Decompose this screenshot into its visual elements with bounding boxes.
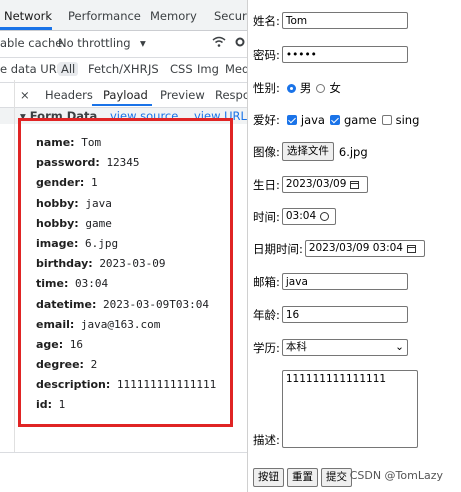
description-row: 描述: 111111111111111 <box>253 370 418 448</box>
password-input[interactable]: ••••• <box>281 46 408 63</box>
degree-value: 本科 <box>285 341 307 353</box>
plain-button[interactable]: 按钮 <box>253 468 284 487</box>
watermark: CSDN @TomLazy <box>349 469 443 482</box>
degree-select[interactable]: 本科 ⌄ <box>281 339 408 356</box>
request-type-filter-bar: e data URLs All Fetch/XHR JS CSS Img Med <box>0 58 250 83</box>
email-row: 邮箱: java <box>253 273 408 290</box>
close-detail-icon[interactable]: × <box>20 88 30 102</box>
degree-row: 学历: 本科 ⌄ <box>253 339 408 356</box>
age-label: 年龄: <box>253 307 280 322</box>
clock-icon[interactable] <box>320 212 330 221</box>
birthday-input[interactable]: 2023/03/09 <box>281 176 368 193</box>
filter-js[interactable]: JS <box>148 62 159 76</box>
birthday-row: 生日: 2023/03/09 <box>253 176 368 193</box>
tab-network[interactable]: Network <box>4 9 52 23</box>
time-input[interactable]: 03:04 <box>281 208 336 225</box>
filter-css[interactable]: CSS <box>170 62 193 76</box>
tab-security[interactable]: Securi <box>214 9 250 23</box>
hobby-java-label: java <box>300 113 325 127</box>
password-label: 密码: <box>253 47 280 62</box>
image-label: 图像: <box>253 144 280 159</box>
time-label: 时间: <box>253 209 280 224</box>
age-input[interactable]: 16 <box>281 306 408 323</box>
tab-memory[interactable]: Memory <box>150 9 197 23</box>
filter-fetch-xhr[interactable]: Fetch/XHR <box>88 62 148 76</box>
tab-performance[interactable]: Performance <box>68 9 141 23</box>
wifi-icon[interactable] <box>212 36 226 51</box>
network-toolbar: able cache No throttling ▾ <box>0 31 250 58</box>
devtools-tab-bar: Network Performance Memory Securi <box>0 0 250 31</box>
settings-gear-icon[interactable] <box>234 36 246 51</box>
time-row: 时间: 03:04 <box>253 208 336 225</box>
tab-payload[interactable]: Payload <box>103 88 148 102</box>
time-value: 03:04 <box>285 210 317 222</box>
form-page: 姓名: Tom 密码: ••••• 性别: 男 女 爱好: java game … <box>247 0 461 492</box>
datetime-input[interactable]: 2023/03/09 03:04 <box>304 240 425 257</box>
gender-female-radio[interactable] <box>316 83 326 93</box>
submit-button[interactable]: 提交 <box>321 468 352 487</box>
datetime-label: 日期时间: <box>253 241 303 256</box>
datetime-value: 2023/03/09 03:04 <box>308 242 403 254</box>
hobby-row: 爱好: java game sing <box>253 112 419 128</box>
panel-divider <box>14 80 15 492</box>
email-label: 邮箱: <box>253 274 280 289</box>
gender-female-label: 女 <box>329 81 341 95</box>
description-value: 111111111111111 <box>285 373 387 385</box>
email-input[interactable]: java <box>281 273 408 290</box>
gender-male-label: 男 <box>299 81 312 95</box>
age-row: 年龄: 16 <box>253 306 408 323</box>
image-row: 图像: 选择文件 6.jpg <box>253 142 368 161</box>
hobby-label: 爱好: <box>253 113 280 127</box>
filter-media[interactable]: Med <box>225 62 249 76</box>
filter-img[interactable]: Img <box>197 62 219 76</box>
active-subtab-indicator <box>92 104 152 106</box>
throttling-chevron-down-icon[interactable]: ▾ <box>140 36 146 50</box>
name-row: 姓名: Tom <box>253 12 408 29</box>
gender-male-radio[interactable] <box>286 83 296 93</box>
birthday-label: 生日: <box>253 177 280 192</box>
filter-all[interactable]: All <box>58 62 79 76</box>
hobby-game-checkbox[interactable] <box>329 115 340 125</box>
choose-file-button[interactable]: 选择文件 <box>281 142 334 161</box>
degree-label: 学历: <box>253 340 280 355</box>
calendar-icon[interactable] <box>350 180 360 189</box>
gender-label: 性别: <box>253 81 280 95</box>
description-textarea[interactable]: 111111111111111 <box>281 370 418 448</box>
calendar-icon[interactable] <box>407 244 416 253</box>
hobby-sing-label: sing <box>395 113 420 127</box>
active-tab-indicator <box>0 27 52 30</box>
birthday-value: 2023/03/09 <box>285 178 347 190</box>
chevron-down-icon: ⌄ <box>395 341 404 353</box>
datetime-row: 日期时间: 2023/03/09 03:04 <box>253 240 425 257</box>
name-input[interactable]: Tom <box>281 12 408 29</box>
tab-preview[interactable]: Preview <box>160 88 205 102</box>
hobby-sing-checkbox[interactable] <box>381 115 392 125</box>
selected-file-name: 6.jpg <box>338 144 368 159</box>
hobby-game-label: game <box>343 113 377 127</box>
devtools-panel: Network Performance Memory Securi able c… <box>0 0 250 492</box>
description-label: 描述: <box>253 433 280 447</box>
devtools-status-bar <box>0 452 250 492</box>
tab-response[interactable]: Respo <box>215 88 250 102</box>
request-detail-tabs: × Headers Payload Preview Respo <box>0 83 250 108</box>
button-row: 按钮 重置 提交 <box>253 468 355 487</box>
highlight-annotation-box <box>18 118 233 427</box>
disable-cache-checkbox-label[interactable]: able cache <box>0 36 62 50</box>
password-row: 密码: ••••• <box>253 46 408 63</box>
reset-button[interactable]: 重置 <box>287 468 318 487</box>
hobby-java-checkbox[interactable] <box>286 115 297 125</box>
tab-headers[interactable]: Headers <box>45 88 93 102</box>
throttling-select[interactable]: No throttling <box>58 36 131 50</box>
gender-row: 性别: 男 女 <box>253 80 341 96</box>
name-label: 姓名: <box>253 13 280 28</box>
